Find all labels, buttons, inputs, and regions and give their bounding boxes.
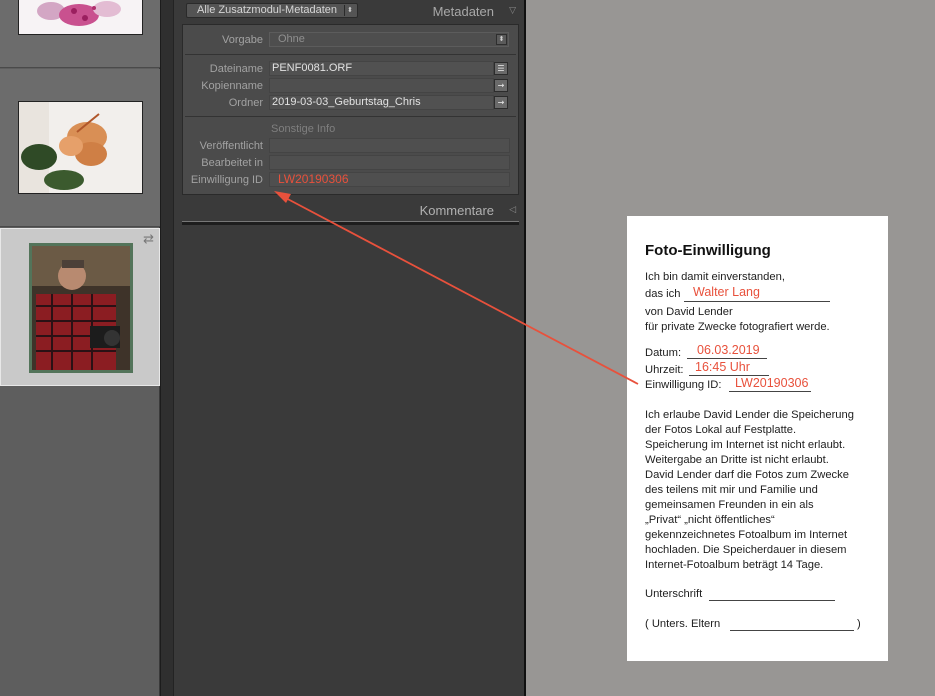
filmstrip-cell-hibiscus[interactable] — [0, 69, 160, 227]
underline — [729, 391, 811, 392]
select-arrows-icon: ⬍ — [496, 34, 507, 45]
consent-terms-line: gekennzeichnetes Fotoalbum im Internet — [645, 529, 848, 541]
underline — [684, 301, 830, 302]
vorgabe-select[interactable]: Ohne ⬍ — [269, 32, 509, 47]
consent-purpose: für private Zwecke fotografiert werde. — [645, 321, 830, 333]
signature-line — [709, 600, 835, 601]
list-icon[interactable]: ☰ — [494, 62, 508, 75]
field-veroeffentlicht[interactable] — [269, 138, 510, 153]
field-label-ordner: Ordner — [228, 97, 263, 109]
kommentare-title: Kommentare — [419, 203, 494, 218]
consent-terms-line: des teilens mit mir und Familie und — [645, 484, 818, 496]
consent-terms-line: hochladen. Die Speicherdauer in diesem — [645, 544, 847, 556]
consent-terms-line: Ich erlaube David Lender die Speicherung — [645, 409, 854, 421]
consent-date-handwritten: 06.03.2019 — [697, 343, 760, 357]
metadata-preset-select[interactable]: Alle Zusatzmodul-Metadaten ⬍ — [186, 3, 358, 18]
consent-name-handwritten: Walter Lang — [693, 285, 760, 299]
consent-terms-line: David Lender darf die Fotos zum Zwecke — [645, 469, 849, 481]
expand-triangle-icon[interactable]: ◁ — [509, 205, 516, 215]
field-label-dateiname: Dateiname — [209, 63, 263, 75]
collapse-triangle-icon[interactable]: ▽ — [509, 6, 516, 16]
field-label-einwilligung-id: Einwilligung ID — [190, 174, 263, 186]
consent-time-label: Uhrzeit: — [645, 364, 684, 376]
panel-divider[interactable] — [160, 0, 174, 696]
metadata-panel-title[interactable]: Metadaten — [433, 4, 494, 19]
thumbnail-orchid[interactable] — [18, 0, 143, 35]
consent-form-document: Foto-Einwilligung Ich bin damit einverst… — [627, 216, 888, 661]
signature-label: Unterschrift — [645, 588, 703, 600]
section-title-sonstige-info: Sonstige Info — [271, 123, 336, 135]
consent-terms-line: Speicherung im Internet ist nicht erlaub… — [645, 439, 846, 451]
consent-intro-line2: das ich — [645, 288, 681, 300]
divider-line — [185, 116, 516, 117]
consent-date-label: Datum: — [645, 347, 682, 359]
filmstrip-cell-orchid[interactable] — [0, 0, 160, 68]
field-einwilligung-id[interactable]: LW20190306 — [269, 172, 510, 187]
underline — [687, 358, 767, 359]
divider-line — [185, 54, 516, 55]
thumbnail-hibiscus[interactable] — [18, 101, 143, 194]
field-label-veroeffentlicht: Veröffentlicht — [199, 140, 263, 152]
consent-intro-line1: Ich bin damit einverstanden, — [645, 271, 785, 283]
filmstrip: ⇄ — [0, 0, 160, 696]
field-bearbeitet-in[interactable] — [269, 155, 510, 170]
vorgabe-label: Vorgabe — [222, 34, 263, 46]
field-label-kopienname: Kopienname — [201, 80, 263, 92]
select-arrows-icon: ⬍ — [344, 5, 355, 16]
metadata-panel: Alle Zusatzmodul-Metadaten ⬍ Metadaten ▽… — [174, 0, 526, 696]
arrow-right-icon[interactable]: → — [494, 79, 508, 92]
consent-form-title: Foto-Einwilligung — [645, 242, 771, 259]
kommentare-header[interactable]: Kommentare ◁ — [174, 200, 526, 220]
consent-terms-line: „Privat“ „nicht öffentliches“ — [645, 514, 775, 526]
consent-id-label: Einwilligung ID: — [645, 379, 722, 391]
arrow-right-icon[interactable]: → — [494, 96, 508, 109]
consent-id-handwritten: LW20190306 — [735, 376, 809, 390]
consent-terms-line: gemeinsamen Freunden in ein als — [645, 499, 814, 511]
parents-signature-line — [730, 630, 854, 631]
parents-signature-close: ) — [857, 618, 861, 630]
einwilligung-id-value: LW20190306 — [278, 172, 349, 186]
field-kopienname[interactable] — [269, 78, 494, 93]
field-dateiname[interactable]: PENF0081.ORF — [269, 61, 494, 76]
consent-terms: Ich erlaube David Lender die Speicherung… — [645, 408, 880, 573]
consent-time-handwritten: 16:45 Uhr — [695, 360, 750, 374]
consent-terms-line: der Fotos Lokal auf Festplatte. — [645, 424, 797, 436]
thumbnail-portrait[interactable] — [29, 243, 133, 373]
filmstrip-cell-portrait[interactable]: ⇄ — [0, 228, 160, 386]
comment-field[interactable] — [182, 221, 519, 225]
consent-terms-line: Internet-Fotoalbum beträgt 14 Tage. — [645, 559, 824, 571]
consent-terms-line: Weitergabe an Dritte ist nicht erlaubt. — [645, 454, 829, 466]
consent-by-line: von David Lender — [645, 306, 733, 318]
metadata-preset-label: Alle Zusatzmodul-Metadaten — [197, 4, 338, 16]
vorgabe-value: Ohne — [278, 33, 305, 45]
field-label-bearbeitet-in: Bearbeitet in — [201, 157, 263, 169]
metadata-panel-header[interactable]: Alle Zusatzmodul-Metadaten ⬍ Metadaten ▽ — [174, 0, 526, 22]
edit-badge-icon: ⇄ — [143, 232, 154, 247]
metadata-fields: Vorgabe Ohne ⬍ Dateiname PENF0081.ORF ☰ … — [182, 24, 519, 195]
parents-signature-label: ( Unters. Eltern — [645, 618, 721, 630]
field-ordner[interactable]: 2019-03-03_Geburtstag_Chris — [269, 95, 494, 110]
